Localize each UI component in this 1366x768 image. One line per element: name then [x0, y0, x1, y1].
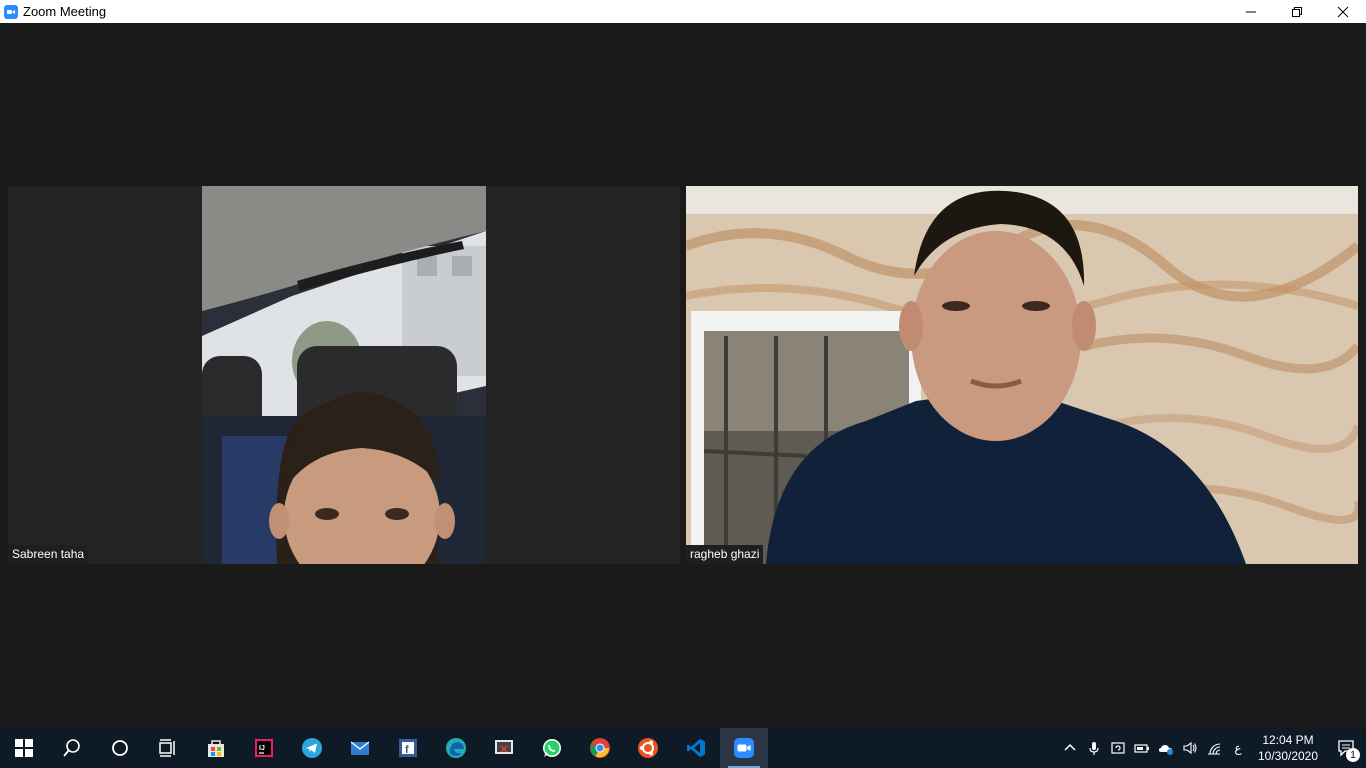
show-hidden-icons-button[interactable] [1058, 728, 1082, 768]
windows-taskbar: IJ f ع 12:04 PM 10/30/2020 1 [0, 728, 1366, 768]
search-icon [63, 739, 80, 757]
action-center-button[interactable]: 1 [1326, 728, 1366, 768]
taskbar-app-chrome[interactable] [576, 728, 624, 768]
taskbar-app-whatsapp[interactable] [528, 728, 576, 768]
window-titlebar: Zoom Meeting [0, 0, 1366, 23]
taskbar-app-store[interactable] [192, 728, 240, 768]
clock-time: 12:04 PM [1262, 733, 1314, 747]
search-button[interactable] [48, 728, 96, 768]
minimize-icon [1246, 11, 1256, 12]
restore-icon [1292, 6, 1302, 17]
meeting-gallery: Sabreen taha ragheb ghazi [0, 23, 1366, 728]
notification-count-badge: 1 [1346, 748, 1360, 762]
speaker-icon [1183, 741, 1197, 755]
start-button[interactable] [0, 728, 48, 768]
mail-icon [350, 741, 370, 755]
chrome-icon [590, 738, 610, 758]
snipping-tool-icon [495, 740, 513, 754]
vscode-icon [687, 739, 705, 757]
input-language-button[interactable]: ع [1226, 728, 1250, 768]
taskbar-app-zoom[interactable] [720, 728, 768, 768]
close-icon [1337, 6, 1349, 17]
facebook-icon: f [399, 739, 417, 757]
taskbar-app-facebook[interactable]: f [384, 728, 432, 768]
participant-name-label: Sabreen taha [8, 545, 89, 564]
svg-text:f: f [405, 744, 409, 756]
taskbar-app-ubuntu[interactable] [624, 728, 672, 768]
window-controls [1228, 0, 1366, 23]
room-video-frame [686, 186, 1358, 564]
taskbar-clock[interactable]: 12:04 PM 10/30/2020 [1250, 732, 1326, 764]
battery-tray-button[interactable] [1130, 728, 1154, 768]
clock-date: 10/30/2020 [1257, 749, 1319, 763]
store-icon [208, 740, 224, 757]
window-title: Zoom Meeting [23, 4, 107, 19]
battery-icon [1134, 744, 1149, 753]
svg-text:IJ: IJ [259, 745, 265, 752]
intellij-icon: IJ [255, 739, 273, 757]
network-tray-button[interactable] [1202, 728, 1226, 768]
participant-tile-sabreen[interactable]: Sabreen taha [8, 186, 680, 564]
participant-video [686, 186, 1358, 564]
zoom-app-icon [4, 4, 18, 19]
wifi-icon [1208, 743, 1221, 755]
windows-logo-icon [15, 739, 33, 757]
participant-video [202, 186, 486, 564]
chevron-up-icon [1064, 743, 1076, 751]
cortana-icon [112, 740, 128, 756]
taskbar-app-mail[interactable] [336, 728, 384, 768]
cloud-sync-icon [1159, 745, 1173, 755]
cortana-button[interactable] [96, 728, 144, 768]
taskbar-app-snip[interactable] [480, 728, 528, 768]
participant-name-label: ragheb ghazi [686, 545, 764, 564]
zoom-icon [734, 738, 754, 758]
update-tray-button[interactable] [1106, 728, 1130, 768]
close-button[interactable] [1320, 0, 1366, 23]
restore-button[interactable] [1274, 0, 1320, 23]
taskbar-app-edge[interactable] [432, 728, 480, 768]
taskbar-app-telegram[interactable] [288, 728, 336, 768]
sync-icon [1111, 742, 1125, 754]
onedrive-tray-button[interactable] [1154, 728, 1178, 768]
ubuntu-icon [638, 738, 658, 758]
task-view-icon [159, 739, 175, 757]
telegram-icon [302, 738, 322, 758]
participant-tile-ragheb[interactable]: ragheb ghazi [686, 186, 1358, 564]
whatsapp-icon [543, 739, 561, 757]
edge-icon [446, 738, 466, 758]
taskbar-app-intellij[interactable]: IJ [240, 728, 288, 768]
system-tray: ع 12:04 PM 10/30/2020 1 [1058, 728, 1366, 768]
taskbar-app-vscode[interactable] [672, 728, 720, 768]
car-interior-video-frame [202, 186, 486, 564]
task-view-button[interactable] [144, 728, 192, 768]
microphone-tray-button[interactable] [1082, 728, 1106, 768]
minimize-button[interactable] [1228, 0, 1274, 23]
microphone-icon [1089, 742, 1099, 755]
volume-tray-button[interactable] [1178, 728, 1202, 768]
